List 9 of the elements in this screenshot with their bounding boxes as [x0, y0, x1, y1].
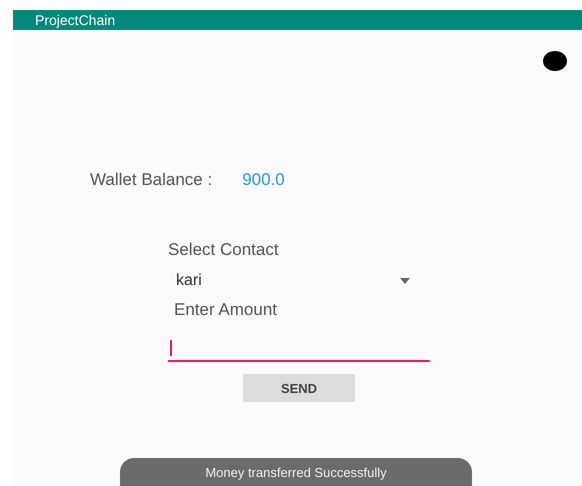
amount-label: Enter Amount — [174, 300, 278, 320]
balance-value: 900.0 — [242, 170, 285, 190]
caret-icon — [400, 278, 410, 284]
contact-dropdown[interactable]: kari — [176, 272, 430, 290]
app-title: ProjectChain — [35, 12, 116, 28]
balance-label: Wallet Balance : — [90, 170, 212, 190]
toast-message: Money transferred Successfully — [120, 458, 472, 486]
contact-label: Select Contact — [168, 240, 280, 260]
send-button[interactable]: SEND — [243, 374, 355, 402]
